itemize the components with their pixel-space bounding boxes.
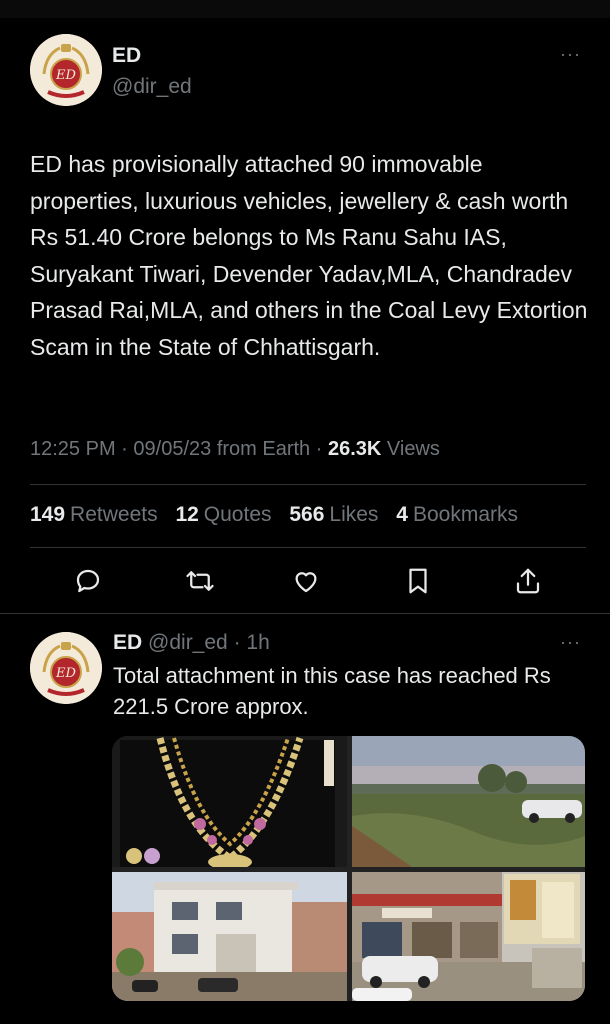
shops-photo[interactable] [352, 872, 585, 1001]
bookmark-button[interactable] [400, 563, 436, 599]
share-button[interactable] [510, 563, 546, 599]
reply-button[interactable] [70, 563, 106, 599]
ed-logo-icon: ED [30, 632, 102, 704]
avatar[interactable]: ED [30, 632, 102, 704]
more-options-icon[interactable]: ··· [560, 44, 581, 65]
media-grid [112, 736, 585, 1001]
divider [30, 484, 586, 485]
retweets-count: 149 [30, 503, 66, 526]
bookmarks-stat[interactable]: 4 Bookmarks [396, 503, 518, 526]
reply-icon [76, 569, 100, 593]
tweet-time[interactable]: 12:25 PM [30, 438, 116, 460]
divider [0, 613, 610, 614]
like-button[interactable] [288, 563, 324, 599]
quotes-stat[interactable]: 12 Quotes [175, 503, 271, 526]
tweet-source: from Earth [216, 438, 311, 460]
tweet-meta: 12:25 PM · 09/05/23 from Earth · 26.3K V… [30, 438, 440, 461]
tweet-age[interactable]: 1h [246, 631, 269, 654]
bookmark-icon [409, 568, 427, 594]
svg-text:ED: ED [55, 666, 76, 681]
meta-separator: · [227, 631, 247, 654]
tweet-actions [0, 563, 610, 603]
divider [30, 547, 586, 548]
svg-text:ED: ED [55, 68, 76, 83]
house-image [112, 872, 347, 1001]
jewellery-photo[interactable] [112, 736, 347, 867]
avatar[interactable]: ED [30, 34, 102, 106]
quotes-label: Quotes [203, 503, 272, 526]
reply-text: Total attachment in this case has reache… [113, 663, 551, 719]
views-label: Views [386, 438, 440, 460]
land-plot-photo[interactable] [352, 736, 585, 867]
retweet-icon [186, 571, 214, 591]
ed-logo-icon: ED [30, 34, 102, 106]
author-handle[interactable]: @dir_ed [148, 631, 228, 654]
author-handle[interactable]: @dir_ed [112, 75, 192, 99]
bookmarks-count: 4 [396, 503, 408, 526]
tweet-date[interactable]: 09/05/23 [133, 438, 211, 460]
likes-count: 566 [289, 503, 325, 526]
house-photo[interactable] [112, 872, 347, 1001]
retweets-label: Retweets [70, 503, 158, 526]
retweets-stat[interactable]: 149 Retweets [30, 503, 158, 526]
author-name[interactable]: ED [112, 44, 141, 68]
likes-label: Likes [329, 503, 379, 526]
shops-image [352, 872, 585, 1001]
engagement-stats: 149 Retweets 12 Quotes 566 Likes 4 Bookmarks [30, 503, 530, 527]
share-icon [516, 568, 540, 594]
tweet-text: ED has provisionally attached 90 immovab… [30, 151, 588, 360]
quotes-count: 12 [175, 503, 199, 526]
status-bar [0, 0, 610, 18]
retweet-button[interactable] [182, 563, 218, 599]
meta-separator: · [121, 438, 134, 460]
jewellery-image [112, 736, 347, 867]
bookmarks-label: Bookmarks [412, 503, 518, 526]
meta-separator: · [315, 438, 328, 460]
land-plot-image [352, 736, 585, 867]
more-options-icon[interactable]: ··· [560, 632, 581, 653]
reply-header: ED @dir_ed · 1h [113, 631, 270, 655]
like-icon [295, 572, 317, 593]
author-name[interactable]: ED [113, 631, 142, 654]
likes-stat[interactable]: 566 Likes [289, 503, 378, 526]
views-count[interactable]: 26.3K [328, 438, 381, 460]
